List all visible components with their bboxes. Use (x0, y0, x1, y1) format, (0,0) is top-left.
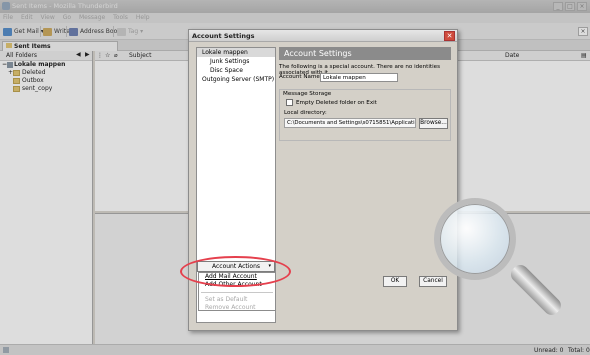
menu-separator (201, 292, 273, 293)
close-window-button[interactable]: × (577, 2, 587, 11)
star-column-icon[interactable]: ☆ (105, 52, 110, 59)
tag-button[interactable]: Tag ▾ (117, 26, 143, 37)
tag-icon (117, 27, 126, 36)
account-settings-dialog: Account Settings ✕ Lokale mappen Junk Se… (180, 29, 458, 331)
folder-item-sent-copy[interactable]: sent_copy (0, 85, 92, 93)
folder-icon (13, 86, 20, 92)
menu-edit[interactable]: Edit (18, 13, 36, 21)
tree-item-disc-space[interactable]: Disc Space (197, 66, 275, 75)
dialog-titlebar: Account Settings ✕ (189, 30, 457, 42)
empty-deleted-label: Empty Deleted folder on Exit (296, 100, 377, 106)
toolbar-separator (66, 26, 67, 37)
menu-item-set-as-default: Set as Default (205, 296, 248, 303)
dialog-title: Account Settings (192, 32, 255, 40)
menu-message[interactable]: Message (76, 13, 108, 21)
folder-label: sent_copy (22, 85, 53, 92)
folder-label: Deleted (22, 69, 46, 76)
menu-view[interactable]: View (38, 13, 58, 21)
local-directory-label: Local directory: (284, 110, 327, 116)
folder-icon (13, 70, 20, 76)
total-count: Total: 0 (568, 347, 590, 354)
browse-button[interactable]: Browse... (419, 118, 448, 129)
account-name-label: Account Name: (279, 74, 322, 80)
get-mail-button[interactable]: Get Mail ▾ (3, 26, 44, 37)
dropdown-arrow-icon: ▾ (140, 28, 144, 35)
search-close-icon[interactable]: × (578, 27, 588, 36)
thunderbird-app-icon (2, 2, 10, 10)
menu-item-remove-account: Remove Account (205, 304, 256, 311)
local-folders-icon (7, 62, 13, 68)
account-name-input[interactable]: Lokale mappen (320, 73, 398, 82)
maximize-button[interactable]: □ (565, 2, 575, 11)
date-column[interactable]: Date (505, 52, 519, 59)
empty-deleted-checkbox[interactable] (286, 99, 293, 106)
cancel-button[interactable]: Cancel (419, 276, 447, 287)
folder-pane: All Folders ◀ ▶ − Lokale mappen + Delete… (0, 51, 93, 344)
attachment-column-icon[interactable]: ⌀ (114, 52, 118, 59)
ok-button[interactable]: OK (383, 276, 407, 287)
highlight-annotation-oval (180, 256, 291, 287)
tab-sent-items[interactable]: Sent Items (2, 41, 118, 51)
tree-item-outgoing-server[interactable]: Outgoing Server (SMTP) (197, 75, 275, 84)
menu-bar: File Edit View Go Message Tools Help (0, 13, 590, 23)
message-storage-label: Message Storage (283, 91, 332, 97)
thread-column-icon[interactable]: ⋮ (97, 52, 103, 59)
address-book-icon (69, 27, 78, 36)
folder-account-label: Lokale mappen (14, 61, 66, 68)
folder-account-root[interactable]: − Lokale mappen (0, 61, 92, 69)
folder-item-deleted[interactable]: + Deleted (0, 69, 92, 77)
get-mail-label: Get Mail (14, 28, 39, 35)
prev-view-icon[interactable]: ◀ (76, 51, 81, 58)
account-settings-panel: Account Settings The following is a spec… (279, 47, 451, 307)
menu-help[interactable]: Help (133, 13, 153, 21)
window-titlebar: Sent Items - Mozilla Thunderbird _ □ × (0, 0, 590, 13)
tab-label: Sent Items (14, 43, 51, 50)
window-title: Sent Items - Mozilla Thunderbird (12, 2, 118, 10)
folder-pane-header: All Folders ◀ ▶ (0, 51, 92, 61)
get-mail-icon (3, 27, 12, 36)
tree-item-account[interactable]: Lokale mappen (197, 48, 275, 57)
minimize-button[interactable]: _ (553, 2, 563, 11)
unread-count: Unread: 0 (534, 347, 564, 354)
next-view-icon[interactable]: ▶ (85, 51, 90, 58)
write-icon (43, 27, 52, 36)
magnifier-glass-icon (434, 198, 516, 280)
local-directory-field[interactable]: C:\Documents and Settings\s0715851\Appli… (284, 118, 416, 128)
folder-icon (6, 43, 12, 48)
column-picker-icon[interactable]: ▤ (581, 52, 587, 59)
status-bar: Unread: 0 Total: 0 (0, 344, 590, 355)
menu-tools[interactable]: Tools (110, 13, 131, 21)
message-storage-group: Message Storage Empty Deleted folder on … (279, 89, 451, 141)
write-label: Write (54, 28, 70, 35)
tag-label: Tag (128, 28, 139, 35)
menu-file[interactable]: File (0, 13, 16, 21)
address-book-label: Address Book (80, 28, 121, 35)
status-indicator-icon (3, 347, 9, 353)
subject-column[interactable]: Subject (129, 52, 151, 59)
dialog-close-button[interactable]: ✕ (444, 31, 455, 41)
folder-pane-title: All Folders (6, 52, 38, 59)
tree-item-junk-settings[interactable]: Junk Settings (197, 57, 275, 66)
folder-item-outbox[interactable]: Outbox (0, 77, 92, 85)
menu-go[interactable]: Go (60, 13, 74, 21)
folder-icon (13, 78, 20, 84)
folder-label: Outbox (22, 77, 44, 84)
toolbar-separator (40, 26, 41, 37)
panel-heading: Account Settings (279, 47, 451, 60)
toolbar-separator (113, 26, 114, 37)
